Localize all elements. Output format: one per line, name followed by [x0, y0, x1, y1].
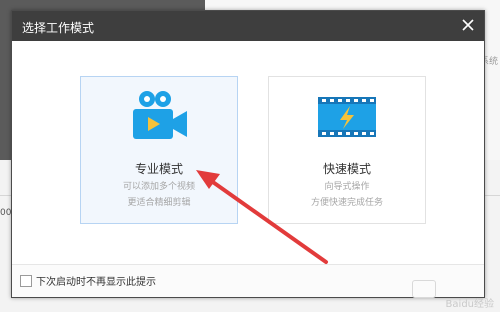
dialog-titlebar: 选择工作模式: [12, 11, 484, 41]
video-camera-icon: [129, 89, 189, 147]
quick-mode-desc-line1: 向导式操作: [324, 182, 370, 192]
film-strip-lightning-icon: [316, 89, 378, 147]
dont-show-again-label[interactable]: 下次启动时不再显示此提示: [36, 273, 156, 288]
professional-mode-desc-line1: 可以添加多个视频: [122, 182, 195, 192]
professional-mode-card[interactable]: 专业模式 可以添加多个视频 更适合精细剪辑: [80, 76, 238, 224]
watermark-logo: [412, 280, 436, 298]
professional-mode-desc-line2: 更适合精细剪辑: [127, 198, 191, 208]
watermark: Baidu经验: [445, 299, 494, 310]
background-partial-text-left: 00: [0, 208, 12, 218]
quick-mode-description: 向导式操作 方便快速完成任务: [269, 179, 425, 211]
professional-mode-description: 可以添加多个视频 更适合精细剪辑: [81, 179, 237, 211]
close-icon[interactable]: [458, 15, 478, 35]
quick-mode-desc-line2: 方便快速完成任务: [310, 198, 383, 208]
work-mode-dialog: 选择工作模式 专业模式 可以添加多个视频 更适合精细剪辑 快速模式 向导式操作 …: [11, 10, 485, 298]
dont-show-again-checkbox[interactable]: [20, 275, 32, 287]
quick-mode-card[interactable]: 快速模式 向导式操作 方便快速完成任务: [268, 76, 426, 224]
quick-mode-title: 快速模式: [322, 162, 371, 176]
professional-mode-title: 专业模式: [134, 162, 183, 176]
dialog-title: 选择工作模式: [22, 21, 95, 35]
